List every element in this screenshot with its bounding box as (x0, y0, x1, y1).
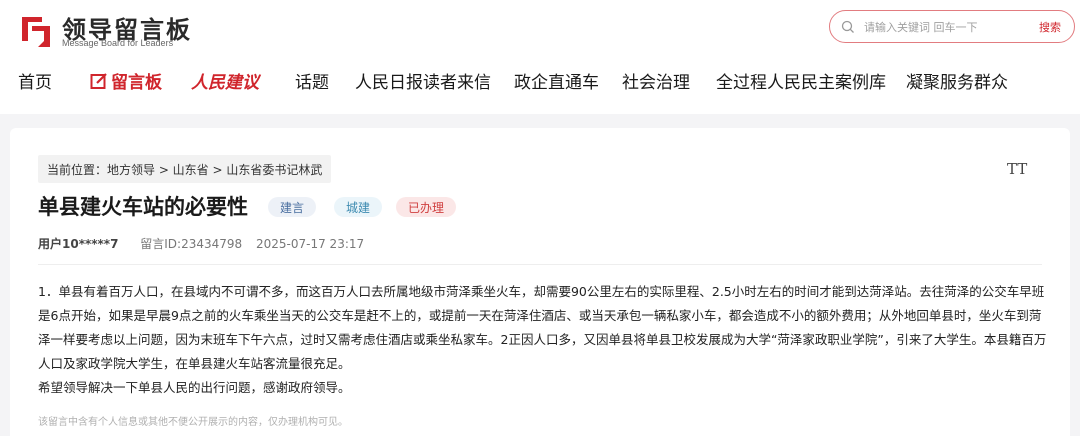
site-header: 领导留言板 Message Board for Leaders 搜索 首页 留言… (0, 0, 1080, 114)
status-badge: 已办理 (396, 197, 457, 217)
message-card: 当前位置：地方领导 > 山东省 > 山东省委书记林武 TT 单县建火车站的必要性… (10, 128, 1070, 436)
breadcrumb[interactable]: 当前位置：地方领导 > 山东省 > 山东省委书记林武 (38, 155, 332, 183)
nav-item-topics[interactable]: 话题 (295, 68, 329, 93)
nav-item-people-suggestion[interactable]: 人民建议 (191, 68, 259, 93)
message-id: 留言ID:23434798 (140, 237, 243, 251)
search-input[interactable] (864, 17, 1014, 37)
privacy-note: 该留言中含有个人信息或其他不便公开展示的内容，仅办理机构可见。 (38, 417, 348, 428)
nav-item-democracy-cases[interactable]: 全过程人民民主案例库 (716, 68, 886, 93)
nav-item-home[interactable]: 首页 (18, 68, 52, 93)
message-paragraph: 希望领导解决一下单县人民的出行问题，感谢政府领导。 (38, 380, 351, 395)
search-button[interactable]: 搜索 (1039, 19, 1061, 35)
font-size-toggle[interactable]: TT (1007, 160, 1027, 178)
nav-item-message-board[interactable]: 留言板 (90, 68, 162, 93)
edit-icon (90, 73, 107, 89)
message-meta: 用户10*****7 留言ID:23434798 2025-07-17 23:1… (38, 235, 364, 252)
divider (38, 264, 1042, 265)
message-paragraph: 1．单县有着百万人口，在县域内不可谓不多，而这百万人口去所属地级市菏泽乘坐火车，… (38, 284, 1047, 371)
nav-item-reader-letters[interactable]: 人民日报读者来信 (355, 68, 491, 93)
tag-suggestion: 建言 (268, 197, 317, 217)
search-icon (841, 20, 854, 33)
logo-subtitle: Message Board for Leaders (62, 38, 174, 48)
search-box: 搜索 (829, 10, 1075, 43)
site-logo[interactable]: 领导留言板 Message Board for Leaders (18, 10, 218, 50)
nav-item-serve-masses[interactable]: 凝聚服务群众 (906, 68, 1008, 93)
nav-item-social-governance[interactable]: 社会治理 (622, 68, 690, 93)
logo-icon (22, 17, 50, 47)
tag-urban-construction: 城建 (334, 197, 383, 217)
message-content: 1．单县有着百万人口，在县域内不可谓不多，而这百万人口去所属地级市菏泽乘坐火车，… (38, 280, 1050, 400)
message-user: 用户10*****7 (38, 237, 119, 251)
nav-item-gov-enterprise[interactable]: 政企直通车 (514, 68, 599, 93)
message-title: 单县建火车站的必要性 (38, 195, 248, 219)
message-datetime: 2025-07-17 23:17 (256, 237, 365, 251)
nav-item-message-board-label: 留言板 (111, 73, 162, 93)
